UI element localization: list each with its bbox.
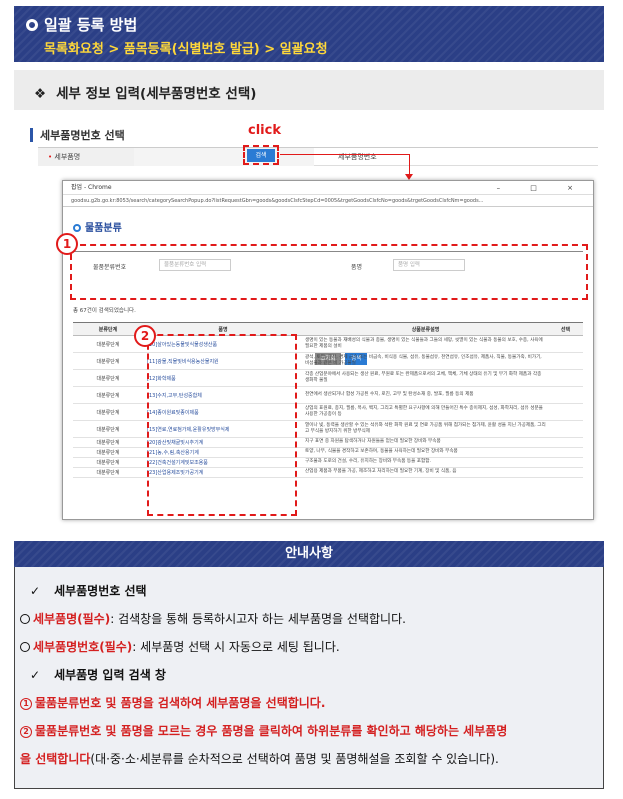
marker-1: 1 — [56, 233, 78, 255]
popup-window-title: 팝업 - Chrome — [71, 184, 112, 191]
select-cell[interactable] — [548, 335, 583, 353]
check-icon: ✓ — [30, 584, 41, 598]
search-highlight-box — [243, 145, 279, 165]
arrow-line-vertical — [409, 154, 410, 176]
form-title: 세부품명번호 선택 — [40, 129, 125, 142]
detail-item-label: 세부품명 — [54, 153, 81, 161]
number-1-icon: 1 — [20, 698, 32, 710]
header-subtitle: 목록화요청 > 품목등록(식별번호 발급) > 일괄요청 — [44, 42, 328, 57]
circle-bullet-icon — [20, 614, 30, 624]
arrow-line — [280, 154, 410, 155]
guide-step-1: 물품분류번호 및 품명을 검색하여 세부품명을 선택합니다. — [35, 696, 326, 710]
detail-item-field[interactable] — [134, 148, 314, 166]
select-cell[interactable] — [548, 457, 583, 468]
circle-bullet-icon — [26, 19, 38, 31]
section-title: 세부 정보 입력(세부품명번호 선택) — [56, 86, 257, 102]
search-area-highlight-box — [70, 244, 588, 300]
select-cell[interactable] — [548, 447, 583, 458]
circle-bullet-icon — [20, 642, 30, 652]
circle-bullet-icon — [73, 224, 81, 232]
guide-title: 안내사항 — [14, 541, 604, 567]
header-title: 일괄 등록 방법 — [44, 16, 138, 34]
select-cell[interactable] — [548, 467, 583, 478]
item-name-highlight-box — [147, 334, 297, 516]
title-accent-bar — [30, 128, 33, 142]
method-header: 일괄 등록 방법 목록화요청 > 품목등록(식별번호 발급) > 일괄요청 — [14, 6, 604, 62]
window-controls[interactable]: – □ × — [497, 181, 587, 195]
select-cell[interactable] — [548, 420, 583, 438]
popup-heading: 물품분류 — [85, 223, 122, 234]
col-header-desc: 상품분류설명 — [303, 322, 548, 336]
detail-item-row: • 세부품명 세부품명번호 — [38, 147, 598, 166]
diamond-bullet-icon: ❖ — [34, 86, 47, 102]
click-annotation: click — [248, 123, 281, 138]
select-cell[interactable] — [548, 386, 583, 404]
guide-step-2-note: (대·중·소·세분류를 순차적으로 선택하여 품명 및 품명해설을 조회할 수 … — [90, 752, 499, 766]
select-cell[interactable] — [548, 369, 583, 387]
section-bar: ❖ 세부 정보 입력(세부품명번호 선택) — [14, 70, 604, 110]
select-cell[interactable] — [548, 403, 583, 421]
guide-heading-2: 세부품명 입력 검색 창 — [54, 668, 166, 682]
select-cell[interactable] — [548, 352, 583, 370]
popup-url-bar: goodsu.g2b.go.kr:8053/search/categorySea… — [63, 195, 593, 207]
guide-step-2: 물품분류번호 및 품명을 모르는 경우 품명을 클릭하여 하위분류를 확인하고 … — [35, 724, 508, 738]
guide-heading-1: 세부품명번호 선택 — [54, 584, 147, 598]
col-header-select: 선택 — [548, 322, 583, 336]
check-icon: ✓ — [30, 668, 41, 682]
marker-2: 2 — [134, 325, 156, 347]
result-count: 총 67건이 검색되었습니다. — [73, 308, 136, 314]
select-cell[interactable] — [548, 437, 583, 448]
category-popup-window: 팝업 - Chrome – □ × goodsu.g2b.go.kr:8053/s… — [62, 180, 594, 520]
detail-item-number-label: 세부품명번호 — [338, 153, 377, 161]
number-2-icon: 2 — [20, 726, 32, 738]
col-header-stage: 분류단계 — [73, 322, 143, 336]
